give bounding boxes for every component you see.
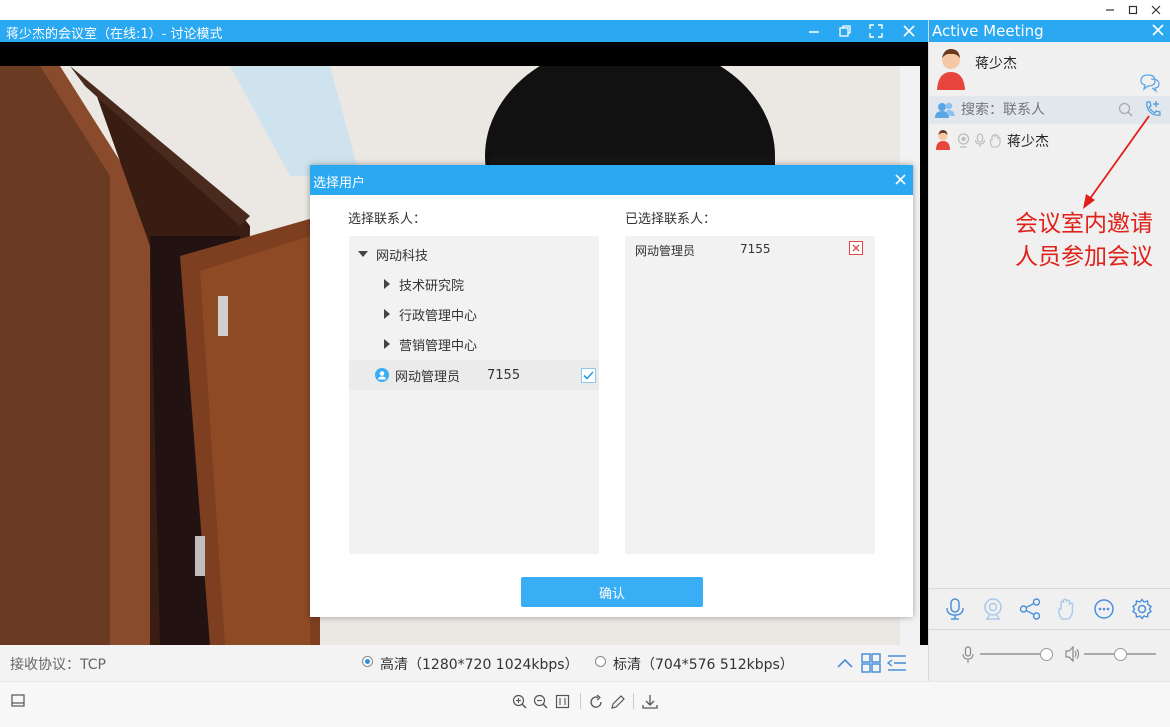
zoom-in-icon[interactable] xyxy=(512,694,528,714)
bottom-toolbar xyxy=(0,681,1170,727)
pencil-icon[interactable] xyxy=(610,694,626,714)
panel-divider xyxy=(929,588,1170,589)
dialog-header: 选择用户 xyxy=(310,165,913,195)
tree-user-row[interactable]: 网动管理员 7155 xyxy=(349,360,599,390)
contact-tree: 网动科技 技术研究院 行政管理中心 营销管理中心 网动管理员 7155 xyxy=(349,236,599,554)
close-panel-icon[interactable] xyxy=(1151,23,1165,41)
minimize-icon[interactable] xyxy=(804,22,824,40)
participant-camera-icon xyxy=(957,133,970,152)
hd-radio[interactable] xyxy=(362,656,373,667)
meeting-title: 蒋少杰的会议室（在线:1）- 讨论模式 xyxy=(6,27,223,42)
receive-protocol: 接收协议：TCP xyxy=(10,657,106,673)
remove-icon[interactable] xyxy=(849,241,863,259)
status-bar: 接收协议：TCP 高清 （1280*720 1024kbps） 标清 （704*… xyxy=(0,645,928,681)
raise-hand-icon[interactable] xyxy=(1056,597,1078,625)
quality-hd-option[interactable] xyxy=(362,656,373,667)
speaker-volume-icon xyxy=(1065,645,1081,666)
left-heading: 选择联系人： xyxy=(348,212,427,227)
close-meeting-icon[interactable] xyxy=(899,22,919,40)
toolbar-divider xyxy=(580,693,581,709)
user-icon xyxy=(375,368,389,382)
panel-title: Active Meeting xyxy=(932,22,1044,40)
tree-node-group[interactable]: 营销管理中心 xyxy=(349,329,599,359)
selected-id: 7155 xyxy=(740,242,771,256)
tree-node-group[interactable]: 行政管理中心 xyxy=(349,299,599,329)
collapse-arrow-icon[interactable] xyxy=(358,251,368,257)
participant-avatar xyxy=(935,130,951,154)
expand-arrow-icon[interactable] xyxy=(384,279,390,289)
fullscreen-icon[interactable] xyxy=(866,22,886,40)
tree-group-label: 行政管理中心 xyxy=(399,308,478,324)
panel-divider xyxy=(929,629,1170,630)
grid-layout-icon[interactable] xyxy=(861,653,881,677)
panel-title-bar: Active Meeting xyxy=(929,20,1170,42)
selected-contacts: 网动管理员 7155 xyxy=(625,236,875,554)
camera-icon[interactable] xyxy=(982,597,1004,625)
more-icon[interactable] xyxy=(1093,598,1115,624)
host-avatar xyxy=(936,48,966,94)
rotate-icon[interactable] xyxy=(588,694,604,714)
tree-node-root[interactable]: 网动科技 xyxy=(349,239,599,269)
sd-detail: （704*576 512kbps） xyxy=(641,657,794,673)
mic-icon[interactable] xyxy=(945,597,965,625)
participant-name: 蒋少杰 xyxy=(1007,134,1049,150)
quality-sd-option[interactable] xyxy=(595,656,606,667)
tree-group-label: 技术研究院 xyxy=(399,278,465,294)
hd-detail: （1280*720 1024kbps） xyxy=(408,657,579,673)
right-heading: 已选择联系人： xyxy=(625,212,717,227)
confirm-button[interactable]: 确认 xyxy=(521,577,703,607)
selected-row: 网动管理员 7155 xyxy=(625,236,875,264)
annotation-arrow xyxy=(1083,115,1150,209)
tree-group-label: 营销管理中心 xyxy=(399,338,478,354)
select-user-dialog: 选择用户 选择联系人： 已选择联系人： 网动科技 技术研究院 行政管理中心 营销… xyxy=(310,165,913,617)
user-id: 7155 xyxy=(487,367,521,383)
download-icon[interactable] xyxy=(642,694,658,714)
annotation-line-2: 人员参加会议 xyxy=(1015,244,1153,270)
participant-mic-icon xyxy=(974,133,986,152)
close-window-icon[interactable] xyxy=(1145,0,1167,20)
annotation-line-1: 会议室内邀请 xyxy=(1015,211,1153,237)
desktop-icon[interactable] xyxy=(11,694,25,712)
host-name: 蒋少杰 xyxy=(975,56,1017,72)
expand-arrow-icon[interactable] xyxy=(384,309,390,319)
expand-arrow-icon[interactable] xyxy=(384,339,390,349)
hd-label[interactable]: 高清 xyxy=(380,654,408,674)
speaker-volume-handle[interactable] xyxy=(1114,648,1127,661)
user-name: 网动管理员 xyxy=(395,369,461,385)
tree-node-group[interactable]: 技术研究院 xyxy=(349,269,599,299)
participant-hand-icon xyxy=(989,133,1002,152)
user-checkbox[interactable] xyxy=(581,367,596,383)
mic-volume-icon xyxy=(962,646,974,668)
sd-label[interactable]: 标清 xyxy=(613,654,641,674)
chevron-up-icon[interactable] xyxy=(836,654,854,676)
list-layout-icon[interactable] xyxy=(886,653,907,677)
meeting-title-bar: 蒋少杰的会议室（在线:1）- 讨论模式 xyxy=(0,20,928,42)
restore-icon[interactable] xyxy=(835,22,855,40)
sd-radio[interactable] xyxy=(595,656,606,667)
toolbar-divider xyxy=(633,693,634,709)
dialog-title: 选择用户 xyxy=(313,176,366,191)
mic-volume-handle[interactable] xyxy=(1040,648,1053,661)
os-title-bar xyxy=(0,0,1170,20)
minimize-window-icon[interactable] xyxy=(1099,0,1121,20)
maximize-window-icon[interactable] xyxy=(1122,0,1144,20)
active-meeting-panel: Active Meeting 蒋少杰 搜索：联系人 蒋少杰 会议室内邀请 人员参… xyxy=(928,20,1170,681)
close-dialog-icon[interactable] xyxy=(894,173,907,190)
zoom-out-icon[interactable] xyxy=(533,694,549,714)
chat-icon[interactable] xyxy=(1139,73,1161,97)
selected-name: 网动管理员 xyxy=(635,244,696,258)
tree-root-label: 网动科技 xyxy=(376,248,429,264)
contacts-icon xyxy=(934,101,956,123)
settings-gear-icon[interactable] xyxy=(1131,598,1153,624)
share-icon[interactable] xyxy=(1019,598,1041,624)
actual-size-icon[interactable] xyxy=(555,694,571,714)
